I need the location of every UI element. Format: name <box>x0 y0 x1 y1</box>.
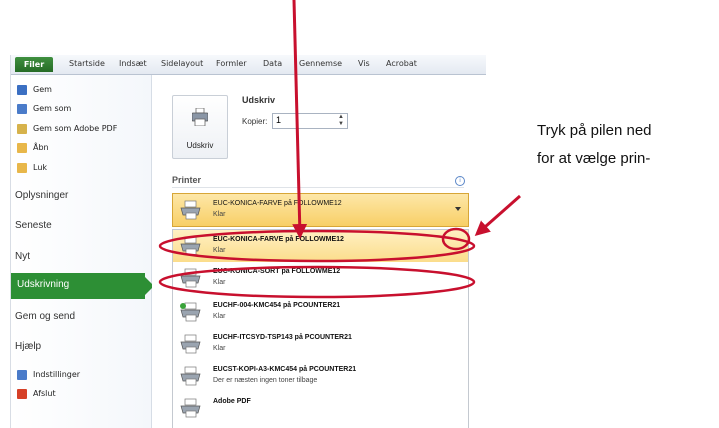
annotation-line-2: for at vælge prin- <box>537 150 651 167</box>
annotation-overlay <box>158 0 521 299</box>
callout-ellipse-sort <box>158 265 476 299</box>
callout-ellipse-farve <box>158 229 476 263</box>
annotation-line-1: Tryk på pilen ned <box>537 122 652 139</box>
callout-arrow-diagonal <box>474 194 521 236</box>
callout-arrow-vertical <box>292 0 308 239</box>
